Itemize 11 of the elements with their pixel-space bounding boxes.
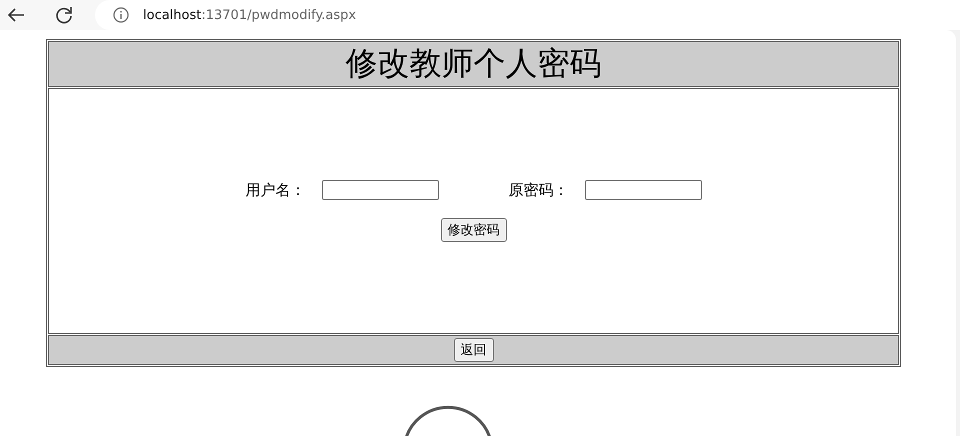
url-text: localhost:13701/pwdmodify.aspx xyxy=(143,8,356,22)
reload-icon[interactable] xyxy=(53,4,75,26)
address-bar[interactable]: localhost:13701/pwdmodify.aspx xyxy=(95,0,960,30)
back-button[interactable]: 返回 xyxy=(454,338,494,362)
change-password-button[interactable]: 修改密码 xyxy=(440,218,506,242)
field-label: 原密码： xyxy=(508,180,568,200)
field-label: 用户名： xyxy=(246,180,306,200)
page-title: 修改教师个人密码 xyxy=(346,45,602,81)
input-field[interactable] xyxy=(322,180,438,200)
input-field[interactable] xyxy=(584,180,702,200)
info-icon[interactable] xyxy=(113,7,129,23)
